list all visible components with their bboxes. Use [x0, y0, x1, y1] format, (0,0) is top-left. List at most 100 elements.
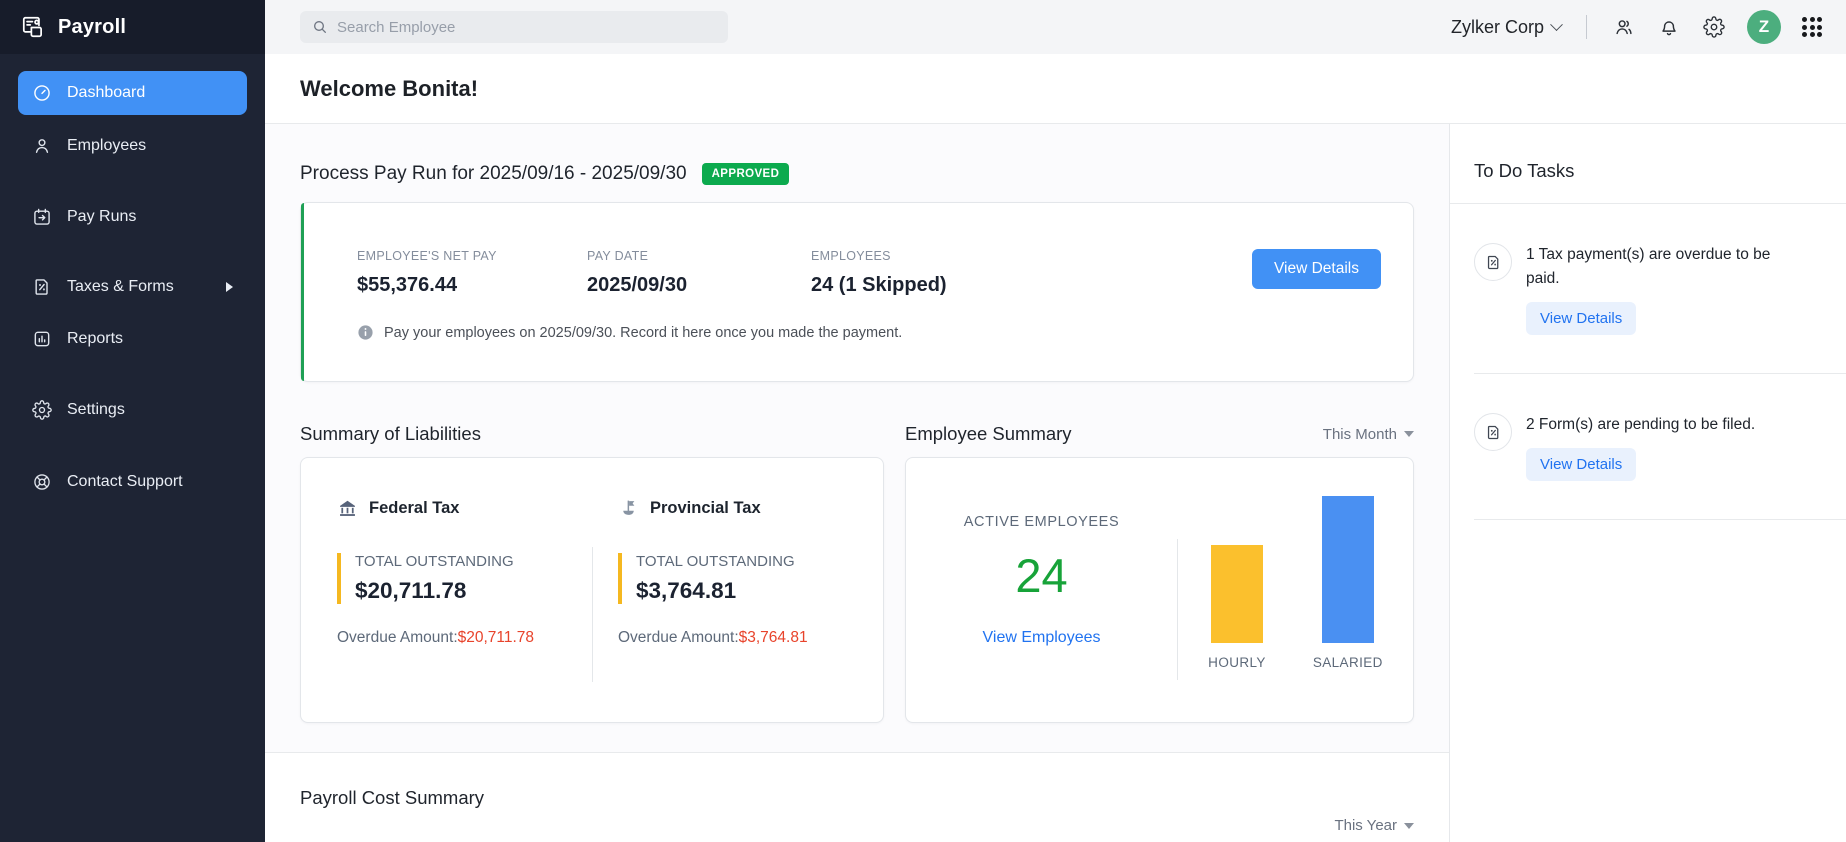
active-employees-count: 24 — [1015, 549, 1068, 602]
sidebar-item-label: Dashboard — [67, 84, 146, 101]
employee-summary-filter[interactable]: This Month — [1323, 426, 1414, 443]
settings-button[interactable] — [1702, 15, 1726, 39]
sidebar: Payroll Dashboard Employees Pay Runs Tax… — [0, 0, 265, 842]
sidebar-item-label: Taxes & Forms — [67, 278, 174, 295]
chevron-down-icon — [1404, 822, 1414, 829]
avatar[interactable]: Z — [1747, 10, 1781, 44]
overdue-amount: $3,764.81 — [738, 629, 808, 646]
outstanding-amount: $20,711.78 — [355, 578, 467, 603]
filter-value: This Month — [1322, 425, 1397, 443]
task-icon-circle — [1474, 413, 1512, 451]
employee-summary-heading: Employee Summary — [905, 423, 1072, 444]
view-details-button[interactable]: View Details — [1251, 249, 1381, 289]
status-badge: APPROVED — [701, 163, 790, 185]
stat-value: $55,376.44 — [357, 274, 458, 296]
bar-label: HOURLY — [1208, 655, 1266, 670]
notifications-button[interactable] — [1657, 15, 1681, 39]
stat-net-pay: EMPLOYEE'S NET PAY $55,376.44 — [357, 249, 587, 297]
stat-value: 2025/09/30 — [587, 274, 688, 296]
payroll-cost-section: Payroll Cost Summary This Year — [265, 752, 1449, 842]
app-title: Payroll — [58, 15, 127, 38]
todo-heading: To Do Tasks — [1474, 160, 1575, 181]
tax-name: Federal Tax — [369, 499, 460, 517]
dashboard-icon — [34, 85, 50, 101]
sidebar-item-label: Employees — [67, 137, 147, 154]
active-employees-label: ACTIVE EMPLOYEES — [963, 514, 1120, 530]
topbar: Zylker Corp Z — [265, 0, 1846, 54]
payroll-cost-filter[interactable]: This Year — [1334, 817, 1414, 834]
overdue-label: Overdue Amount: — [618, 629, 739, 646]
support-icon — [34, 474, 50, 490]
payrun-info-text: Pay your employees on 2025/09/30. Record… — [384, 324, 903, 341]
sidebar-item-taxes-forms[interactable]: Taxes & Forms — [18, 265, 247, 309]
topbar-divider — [1586, 15, 1587, 39]
sidebar-item-pay-runs[interactable]: Pay Runs — [18, 195, 247, 239]
sidebar-item-label: Reports — [67, 330, 124, 347]
view-employees-link[interactable]: View Employees — [983, 629, 1101, 647]
sidebar-item-contact-support[interactable]: Contact Support — [18, 460, 247, 504]
search-input[interactable] — [337, 18, 716, 36]
overdue-label: Overdue Amount: — [337, 629, 458, 646]
sidebar-item-settings[interactable]: Settings — [18, 388, 247, 432]
task-text: 1 Tax payment(s) are overdue to be paid. — [1526, 246, 1771, 287]
payroll-cost-heading: Payroll Cost Summary — [300, 787, 485, 808]
search-box[interactable] — [300, 11, 728, 43]
card-divider — [592, 547, 593, 682]
overdue-amount: $20,711.78 — [457, 629, 535, 646]
payroll-logo-icon — [22, 16, 42, 38]
info-icon — [358, 325, 373, 340]
employee-summary-card: ACTIVE EMPLOYEES 24 View Employees HOURL… — [905, 457, 1414, 723]
taxes-forms-icon — [35, 279, 48, 295]
sidebar-nav: Dashboard Employees Pay Runs Taxes & For… — [0, 54, 265, 521]
tax-document-icon — [1487, 425, 1498, 439]
filter-value: This Year — [1334, 817, 1397, 834]
chevron-down-icon — [1404, 431, 1414, 437]
users-button[interactable] — [1612, 15, 1636, 39]
payrun-title: Process Pay Run for 2025/09/16 - 2025/09… — [300, 163, 687, 184]
todo-task: 2 Form(s) are pending to be filed. View … — [1474, 374, 1822, 481]
task-view-details-button[interactable]: View Details — [1526, 448, 1637, 481]
users-icon — [1616, 20, 1632, 35]
bell-icon — [1662, 21, 1676, 36]
bar-hourly — [1211, 545, 1263, 643]
stat-value: 24 (1 Skipped) — [811, 274, 947, 296]
app-root: Payroll Dashboard Employees Pay Runs Tax… — [0, 0, 1846, 842]
app-logo: Payroll — [0, 0, 265, 54]
task-icon-circle — [1474, 243, 1512, 281]
org-switcher[interactable]: Zylker Corp — [1450, 16, 1563, 38]
sidebar-item-label: Pay Runs — [67, 208, 137, 225]
stat-label: PAY DATE — [587, 249, 649, 263]
stat-label: EMPLOYEES — [811, 249, 891, 263]
submenu-caret-icon — [226, 282, 233, 292]
pay-runs-icon — [34, 208, 50, 225]
payrun-card: EMPLOYEE'S NET PAY $55,376.44 PAY DATE 2… — [300, 202, 1414, 382]
gear-icon — [1703, 16, 1725, 38]
stat-pay-date: PAY DATE 2025/09/30 — [587, 249, 811, 297]
apps-grid-button[interactable] — [1802, 17, 1822, 37]
task-view-details-button[interactable]: View Details — [1526, 302, 1637, 335]
sidebar-item-label: Contact Support — [67, 473, 183, 490]
page-title: Welcome Bonita! — [300, 75, 479, 101]
tax-document-icon — [1487, 255, 1498, 269]
stat-label: EMPLOYEE'S NET PAY — [357, 249, 497, 263]
search-icon — [314, 21, 326, 33]
settings-gear-icon — [32, 400, 52, 420]
org-name: Zylker Corp — [1450, 16, 1544, 37]
stat-employees: EMPLOYEES 24 (1 Skipped) — [811, 249, 1035, 297]
sidebar-item-dashboard[interactable]: Dashboard — [18, 71, 247, 115]
sidebar-item-reports[interactable]: Reports — [18, 317, 247, 361]
sidebar-item-label: Settings — [67, 401, 125, 418]
employees-icon — [35, 139, 49, 153]
liabilities-heading: Summary of Liabilities — [300, 423, 481, 444]
federal-tax-block: Federal Tax TOTAL OUTSTANDING $20,711.78… — [337, 498, 584, 722]
bar-label: SALARIED — [1312, 655, 1383, 670]
divider — [1474, 519, 1846, 520]
todo-panel: To Do Tasks 1 Tax payment(s) are overdue… — [1449, 124, 1846, 842]
tax-name: Provincial Tax — [650, 499, 761, 517]
bank-icon — [340, 500, 355, 516]
sidebar-item-employees[interactable]: Employees — [18, 124, 247, 168]
outstanding-label: TOTAL OUTSTANDING — [636, 553, 795, 570]
employee-type-bar-chart: HOURLY SALARIED — [1178, 458, 1413, 722]
reports-icon — [34, 331, 50, 347]
outstanding-amount: $3,764.81 — [636, 578, 737, 603]
